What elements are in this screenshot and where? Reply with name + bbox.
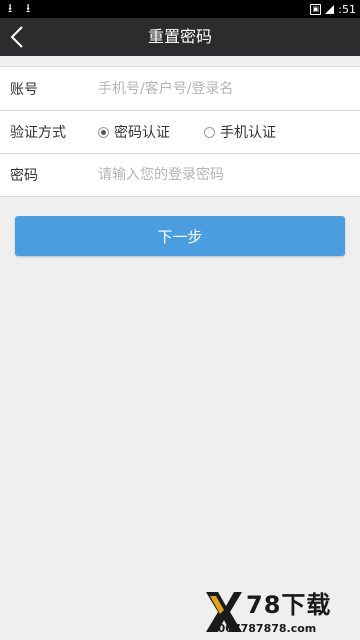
password-label: 密码 xyxy=(10,168,38,184)
password-input[interactable] xyxy=(98,154,360,196)
nav-bar: 重置密码 xyxy=(0,18,360,56)
status-time: :51 xyxy=(338,2,356,16)
account-input[interactable] xyxy=(98,67,360,110)
password-row: 密码 xyxy=(0,153,360,196)
verify-method-radio-group: 密码认证 手机认证 xyxy=(98,122,310,142)
radio-password-auth[interactable]: 密码认证 xyxy=(98,122,170,142)
radio-unchecked-icon xyxy=(204,126,215,138)
account-row: 账号 xyxy=(0,67,360,110)
verify-method-row: 验证方式 密码认证 手机认证 xyxy=(0,110,360,153)
watermark-title: 78下载 xyxy=(246,591,332,619)
status-bar: ⭳ ⭳ ▣ :51 xyxy=(0,0,360,18)
watermark-url: 4007787878.com xyxy=(210,622,317,635)
reset-form: 账号 验证方式 密码认证 手机认证 密码 xyxy=(0,66,360,197)
account-label: 账号 xyxy=(10,81,38,98)
download-icon: ⭳ xyxy=(26,1,31,15)
next-step-button[interactable]: 下一步 xyxy=(15,216,345,256)
radio-checked-icon xyxy=(98,126,109,138)
radio-label: 密码认证 xyxy=(114,125,170,141)
page-title: 重置密码 xyxy=(147,27,212,46)
verify-method-label: 验证方式 xyxy=(10,125,66,141)
screenshot-icon: ▣ xyxy=(310,3,322,15)
watermark-logo: 78下载 4007787878.com xyxy=(204,590,356,638)
signal-icon xyxy=(325,4,335,14)
download-icon: ⭳ xyxy=(8,1,13,15)
radio-phone-auth[interactable]: 手机认证 xyxy=(204,122,276,142)
radio-label: 手机认证 xyxy=(220,125,276,141)
